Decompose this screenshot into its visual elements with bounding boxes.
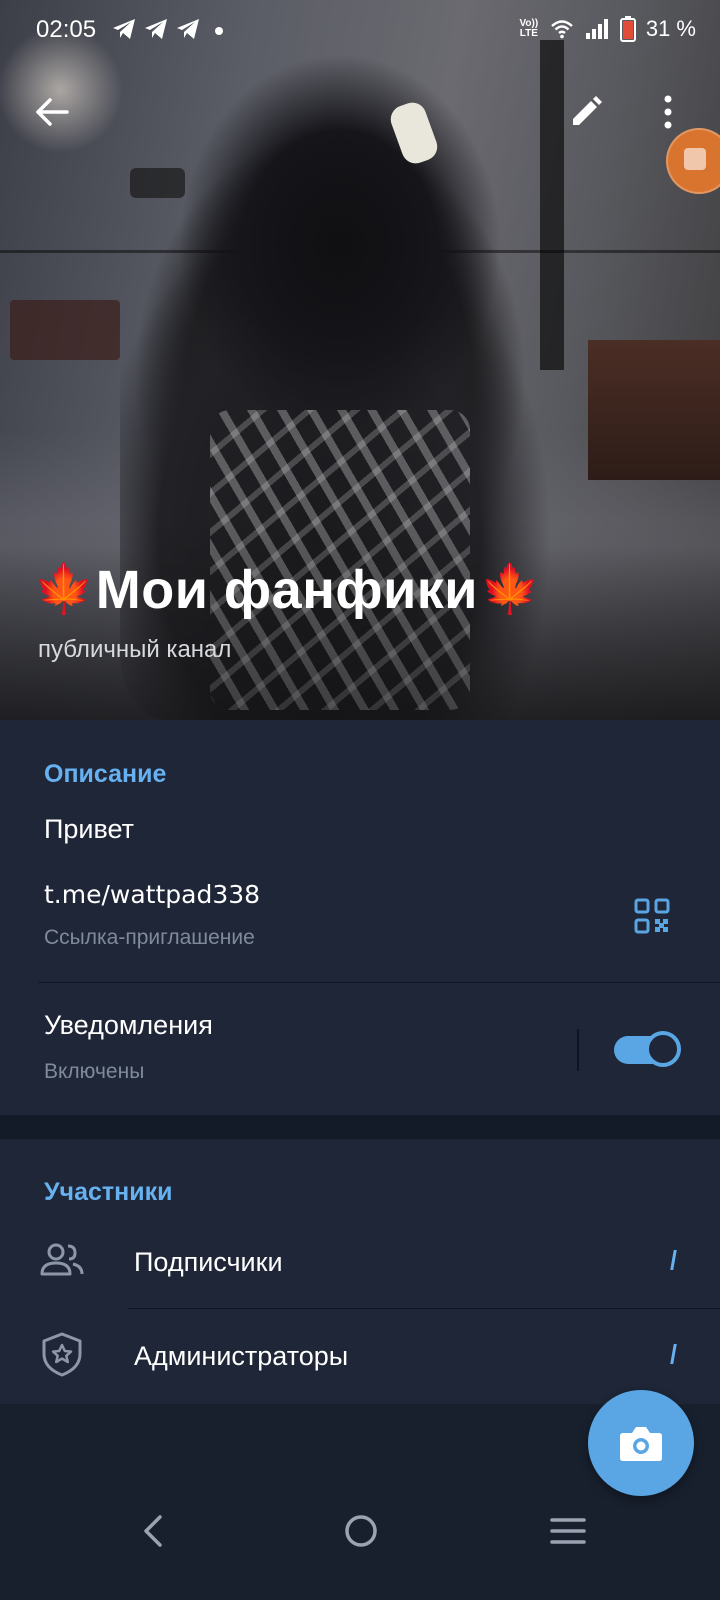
back-button[interactable] bbox=[22, 82, 82, 142]
telegram-notification-icon bbox=[145, 19, 167, 39]
shield-star-icon bbox=[42, 1332, 82, 1377]
notifications-row[interactable] bbox=[0, 984, 720, 1104]
signal-icon bbox=[585, 19, 608, 39]
wifi-icon bbox=[551, 20, 573, 39]
section-gap bbox=[0, 1115, 720, 1139]
battery-percent: 31 % bbox=[645, 16, 696, 41]
pencil-icon bbox=[573, 96, 602, 125]
volte-indicator: Vo)) LTE bbox=[519, 18, 539, 39]
administrators-label: Администраторы bbox=[134, 1341, 349, 1371]
channel-type: публичный канал bbox=[38, 636, 232, 663]
administrators-row[interactable] bbox=[0, 1310, 720, 1402]
notifications-status: Включены bbox=[44, 1060, 145, 1083]
channel-title-row: 🍁 Мои фанфики 🍁 bbox=[34, 560, 540, 620]
set-photo-button[interactable] bbox=[588, 1390, 694, 1496]
maple-leaf-emoji: 🍁 bbox=[34, 563, 94, 616]
divider bbox=[128, 1308, 720, 1309]
telegram-notification-icon bbox=[113, 19, 135, 39]
nav-home-icon[interactable] bbox=[343, 1513, 379, 1549]
arrow-left-icon bbox=[36, 98, 69, 126]
battery-icon bbox=[619, 16, 636, 42]
qr-code-icon[interactable] bbox=[634, 898, 670, 934]
subscribers-label: Подписчики bbox=[134, 1247, 283, 1277]
divider bbox=[38, 982, 720, 983]
camera-icon bbox=[620, 1427, 662, 1461]
maple-leaf-emoji: 🍁 bbox=[480, 563, 540, 616]
system-navigation-bar bbox=[0, 1496, 720, 1600]
users-icon bbox=[40, 1243, 84, 1276]
telegram-notification-icon bbox=[177, 19, 199, 39]
notifications-toggle-knob[interactable] bbox=[645, 1031, 681, 1067]
toggle-separator bbox=[577, 1029, 579, 1071]
invite-link-caption: Ссылка-приглашение bbox=[44, 926, 255, 949]
nav-back-icon[interactable] bbox=[140, 1514, 168, 1548]
members-section-title: Участники bbox=[44, 1178, 173, 1206]
status-time: 02:05 bbox=[36, 16, 97, 43]
more-notifications-dot bbox=[215, 27, 223, 35]
channel-title: Мои фанфики bbox=[95, 560, 478, 620]
nav-recents-icon[interactable] bbox=[550, 1516, 586, 1546]
more-vertical-icon bbox=[664, 95, 672, 129]
edit-channel-button[interactable] bbox=[556, 82, 616, 142]
invite-link[interactable]: t.me/wattpad338 bbox=[44, 880, 260, 909]
channel-description[interactable]: Привет bbox=[44, 814, 134, 845]
description-section-title: Описание bbox=[44, 760, 167, 788]
status-bar: 02:05 Vo)) LTE 31 % bbox=[0, 0, 720, 60]
notifications-label: Уведомления bbox=[44, 1010, 213, 1040]
subscribers-row[interactable] bbox=[0, 1215, 720, 1307]
